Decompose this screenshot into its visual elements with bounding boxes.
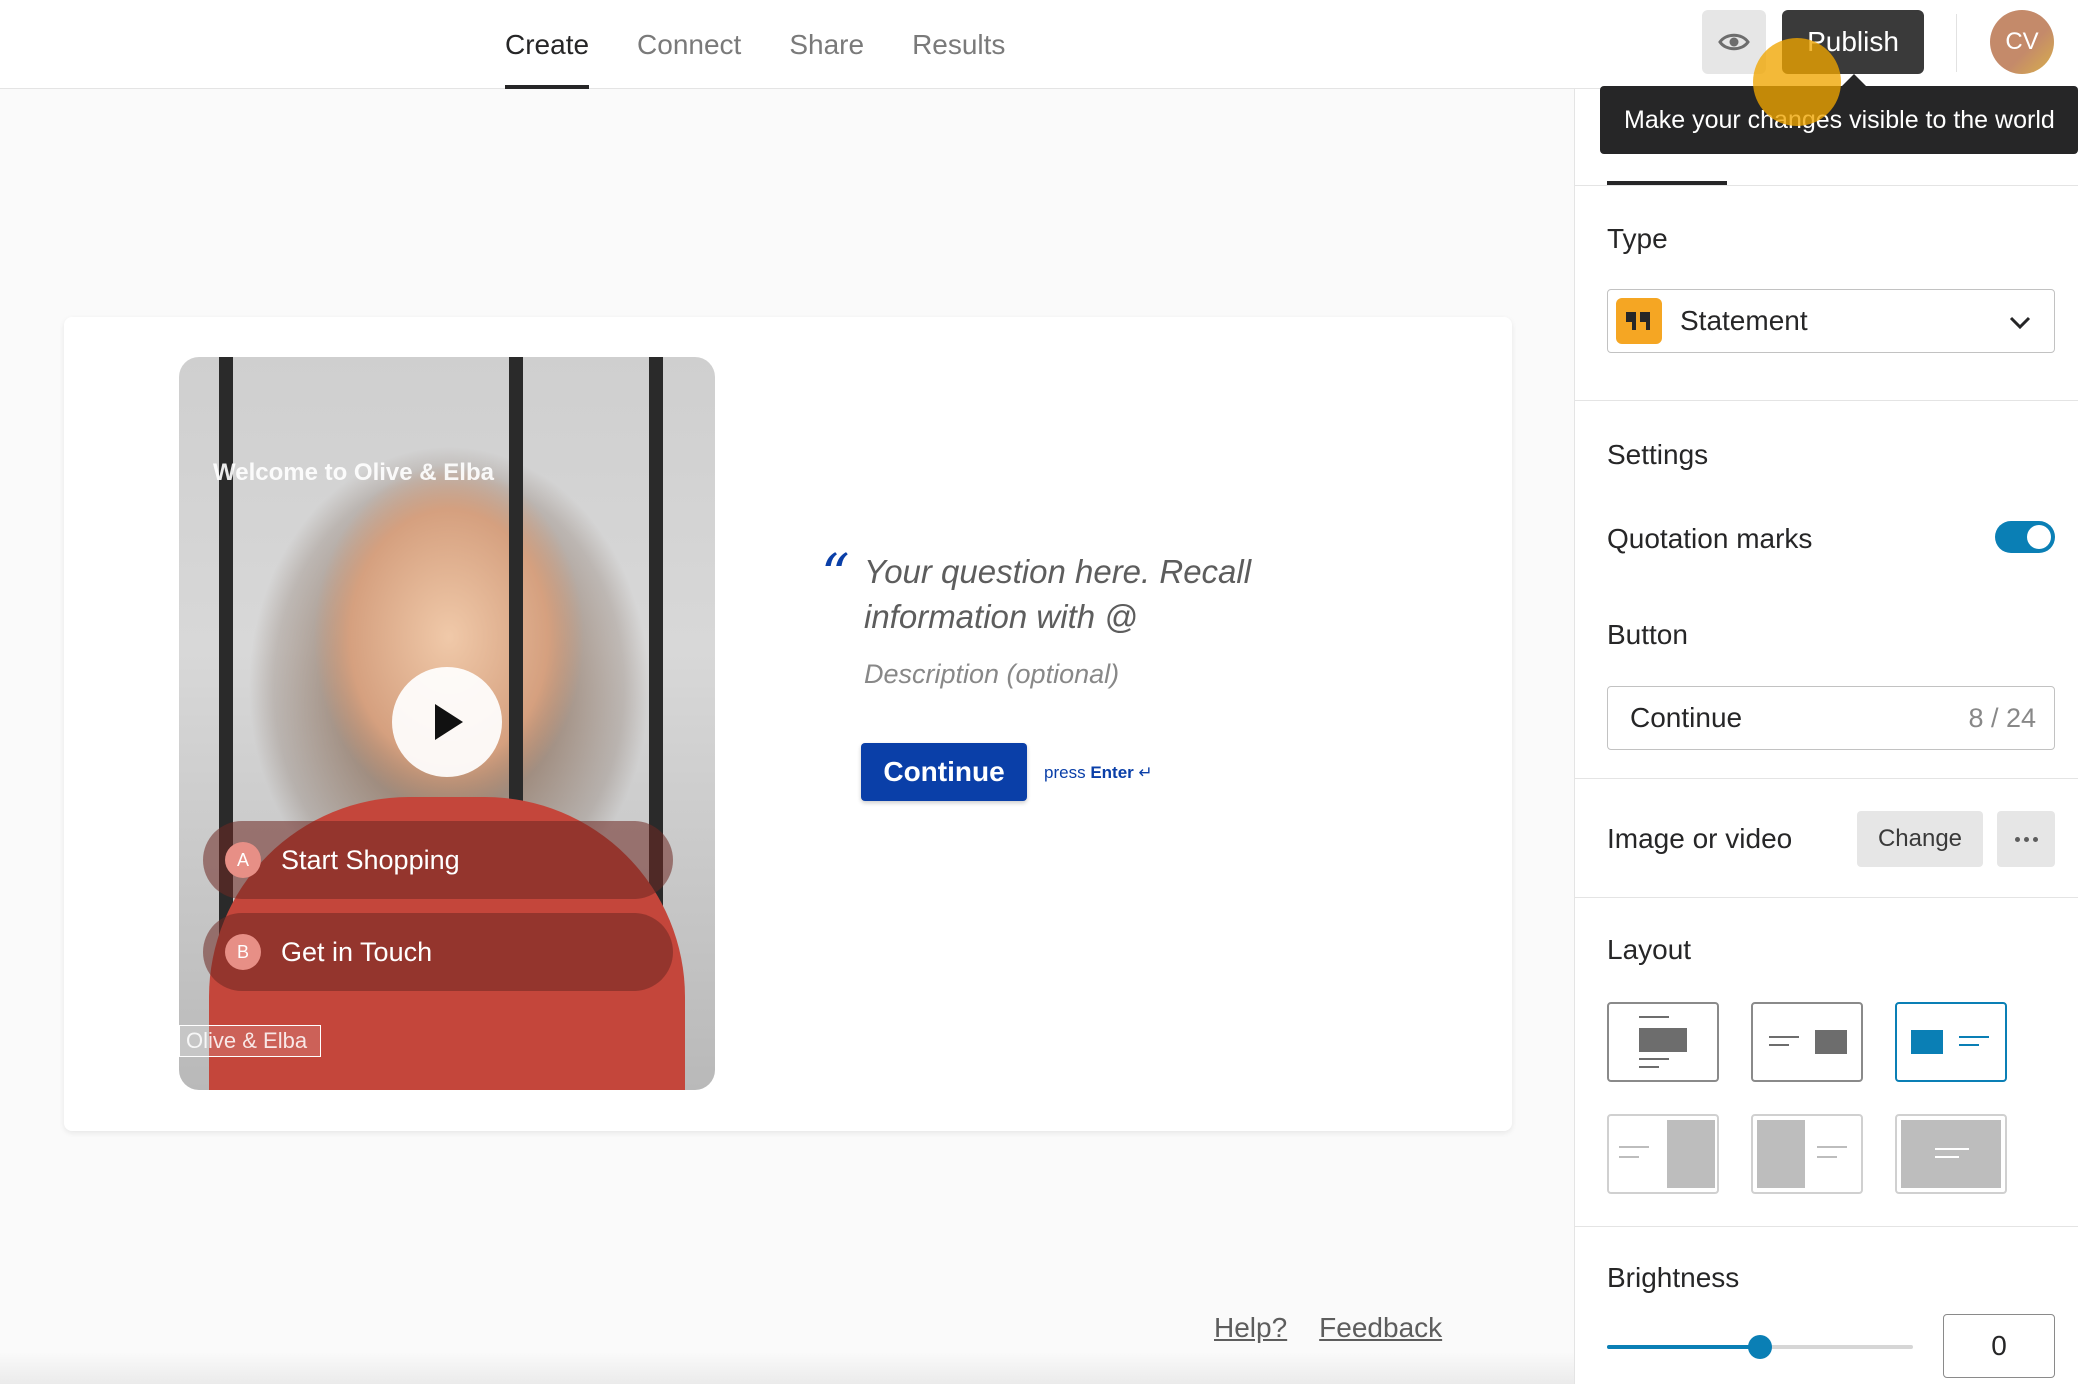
publish-tooltip: Make your changes visible to the world	[1600, 86, 2078, 154]
settings-panel: Type Statement Settings Quotation marks …	[1574, 89, 2078, 1384]
play-button[interactable]	[392, 667, 502, 777]
choice-label: Start Shopping	[281, 844, 460, 875]
type-heading: Type	[1607, 223, 1668, 254]
slider-thumb[interactable]	[1748, 1335, 1772, 1359]
dot	[2014, 836, 2020, 842]
eye-icon	[1718, 33, 1750, 51]
layout-float-left[interactable]	[1895, 1002, 2007, 1082]
video-title: Welcome to Olive & Elba	[213, 459, 494, 486]
quote-mark: “	[821, 543, 850, 608]
tab-connect[interactable]: Connect	[637, 0, 741, 89]
chevron-down-icon	[2009, 316, 2031, 330]
enter-icon: ↵	[1138, 763, 1153, 782]
dot	[2032, 836, 2038, 842]
button-heading: Button	[1607, 619, 1688, 650]
tab-results[interactable]: Results	[912, 0, 1005, 89]
footer-links: Help? Feedback	[1214, 1312, 1442, 1344]
slider-fill	[1607, 1345, 1760, 1349]
question-card: Welcome to Olive & Elba A Start Shopping…	[64, 317, 1512, 1131]
panel-divider	[1575, 778, 2078, 779]
topbar-divider	[1956, 14, 1957, 72]
question-text[interactable]: Your question here. Recall information w…	[864, 549, 1334, 639]
choice-key: A	[225, 842, 261, 878]
press-enter-hint: press Enter ↵	[1044, 763, 1153, 783]
feedback-link[interactable]: Feedback	[1319, 1312, 1442, 1344]
panel-divider	[1575, 400, 2078, 401]
avatar[interactable]: CV	[1990, 10, 2054, 74]
settings-heading: Settings	[1607, 439, 1709, 470]
main-tabs: Create Connect Share Results	[505, 0, 1005, 89]
type-dropdown[interactable]: Statement	[1607, 289, 2055, 353]
play-icon	[435, 704, 463, 740]
media-label: Image or video	[1607, 823, 1793, 854]
panel-divider	[1575, 897, 2078, 898]
video-thumbnail[interactable]: Welcome to Olive & Elba A Start Shopping…	[179, 357, 715, 1090]
quotation-marks-toggle[interactable]	[1995, 521, 2055, 553]
layout-split-left[interactable]	[1751, 1114, 1863, 1194]
continue-button[interactable]: Continue	[861, 743, 1027, 801]
brightness-input[interactable]: 0	[1943, 1314, 2055, 1378]
char-count: 8 / 24	[1968, 702, 2036, 733]
brightness-heading: Brightness	[1607, 1262, 1740, 1293]
change-media-button[interactable]: Change	[1857, 811, 1983, 867]
layout-float-right[interactable]	[1751, 1002, 1863, 1082]
press-hint-prefix: press	[1044, 763, 1086, 782]
tab-create[interactable]: Create	[505, 0, 590, 89]
panel-divider	[1575, 185, 2078, 186]
layout-split-right[interactable]	[1607, 1114, 1719, 1194]
layout-wallpaper[interactable]	[1895, 1114, 2007, 1194]
brand-tag: Olive & Elba	[179, 1025, 321, 1057]
video-choice-a[interactable]: A Start Shopping	[203, 821, 673, 899]
panel-divider	[1575, 1226, 2078, 1227]
dot	[2023, 836, 2029, 842]
bottom-fade	[0, 1352, 1575, 1384]
more-options-button[interactable]	[1997, 811, 2055, 867]
choice-label: Get in Touch	[281, 936, 433, 967]
layout-stack[interactable]	[1607, 1002, 1719, 1082]
type-value: Statement	[1680, 305, 1808, 336]
tooltip-arrow	[1842, 74, 1866, 86]
quotation-marks-label: Quotation marks	[1607, 523, 1813, 554]
video-choice-b[interactable]: B Get in Touch	[203, 913, 673, 991]
button-text-input[interactable]: Continue 8 / 24	[1607, 686, 2055, 750]
choice-key: B	[225, 934, 261, 970]
button-text-value: Continue	[1630, 702, 1743, 733]
layout-heading: Layout	[1607, 934, 1692, 965]
cursor-highlight	[1753, 38, 1841, 126]
quote-icon	[1616, 298, 1662, 344]
description-text[interactable]: Description (optional)	[864, 659, 1119, 690]
press-hint-key: Enter	[1090, 763, 1134, 782]
help-link[interactable]: Help?	[1214, 1312, 1287, 1344]
tab-share[interactable]: Share	[789, 0, 864, 89]
